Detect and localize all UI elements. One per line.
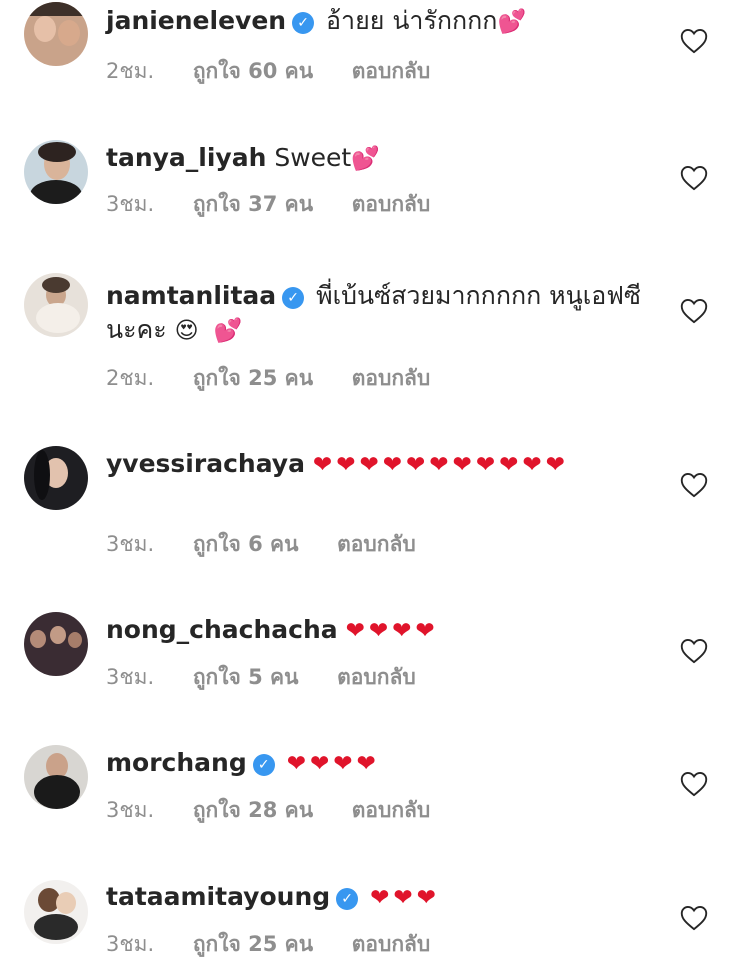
comment-time: 3ชม. (106, 192, 155, 216)
avatar[interactable] (24, 273, 88, 337)
comment-likes[interactable]: ถูกใจ 60 คน (193, 59, 313, 83)
heart-outline-icon[interactable] (680, 638, 708, 664)
comment-emoji: ❤❤❤ (370, 885, 440, 911)
heart-outline-icon[interactable] (680, 298, 708, 324)
comment-time: 3ชม. (106, 532, 155, 556)
comment-username[interactable]: janieneleven (106, 6, 286, 35)
comment-emoji: ❤❤❤❤ (286, 751, 380, 777)
comment-likes[interactable]: ถูกใจ 6 คน (193, 532, 299, 556)
comment-emoji: 💕 (351, 146, 384, 172)
comment-username[interactable]: tataamitayoung (106, 882, 330, 911)
reply-button[interactable]: ตอบกลับ (352, 366, 431, 390)
avatar[interactable] (24, 880, 88, 944)
comment-likes[interactable]: ถูกใจ 28 คน (193, 798, 313, 822)
comment-emoji: 😍 💕 (174, 318, 247, 344)
comment-text: อ้ายย น่ารักกกก (326, 6, 498, 35)
comment-likes[interactable]: ถูกใจ 5 คน (193, 665, 299, 689)
reply-button[interactable]: ตอบกลับ (337, 665, 416, 689)
reply-button[interactable]: ตอบกลับ (352, 932, 431, 956)
comment-time: 3ชม. (106, 665, 155, 689)
comment-time: 2ชม. (106, 59, 155, 83)
reply-button[interactable]: ตอบกลับ (337, 532, 416, 556)
comment-time: 3ชม. (106, 798, 155, 822)
comment-emoji: ❤❤❤❤❤❤❤❤❤❤❤ (312, 452, 569, 478)
comment-emoji: ❤❤❤❤ (345, 618, 439, 644)
comment-time: 3ชม. (106, 932, 155, 956)
verified-badge-icon: ✓ (336, 888, 359, 910)
comment-emoji: 💕 (497, 9, 531, 35)
avatar[interactable] (24, 745, 88, 809)
avatar[interactable] (24, 140, 88, 204)
verified-badge-icon: ✓ (252, 754, 275, 776)
heart-outline-icon[interactable] (680, 472, 708, 498)
comment-likes[interactable]: ถูกใจ 25 คน (193, 932, 313, 956)
verified-badge-icon: ✓ (282, 287, 305, 309)
comment-username[interactable]: nong_chachacha (106, 615, 338, 644)
heart-outline-icon[interactable] (680, 905, 708, 931)
verified-badge-icon: ✓ (292, 12, 315, 34)
comment-username[interactable]: morchang (106, 748, 247, 777)
comment-username[interactable]: yvessirachaya (106, 449, 305, 478)
comment-username[interactable]: tanya_liyah (106, 143, 266, 172)
comment-username[interactable]: namtanlitaa (106, 281, 276, 310)
heart-outline-icon[interactable] (680, 771, 708, 797)
comment-text: Sweet (274, 143, 352, 172)
heart-outline-icon[interactable] (680, 165, 708, 191)
avatar[interactable] (24, 612, 88, 676)
heart-outline-icon[interactable] (680, 28, 708, 54)
comment-likes[interactable]: ถูกใจ 25 คน (193, 366, 313, 390)
comment-likes[interactable]: ถูกใจ 37 คน (193, 192, 313, 216)
avatar[interactable] (24, 2, 88, 66)
reply-button[interactable]: ตอบกลับ (352, 798, 431, 822)
reply-button[interactable]: ตอบกลับ (352, 59, 431, 83)
comment-time: 2ชม. (106, 366, 155, 390)
reply-button[interactable]: ตอบกลับ (352, 192, 431, 216)
avatar[interactable] (24, 446, 88, 510)
